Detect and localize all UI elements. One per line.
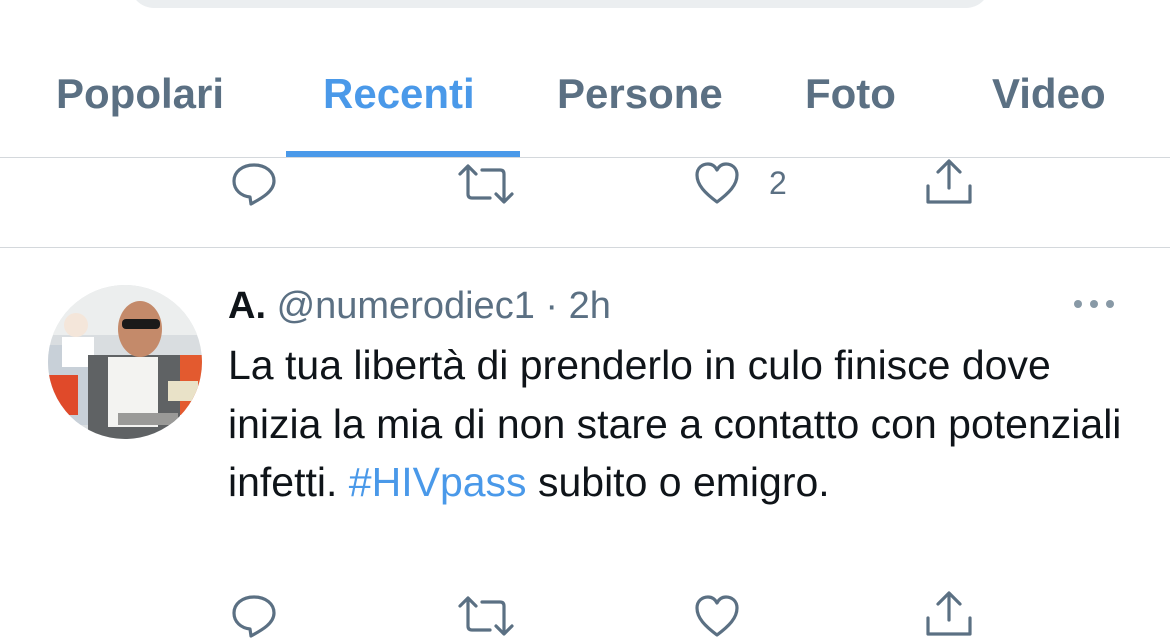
retweet-icon	[458, 164, 514, 204]
avatar-photo	[48, 285, 202, 439]
tweet-header: A. @numerodiec1 · 2h	[228, 280, 611, 332]
tab-video[interactable]: Video	[992, 66, 1106, 122]
like-count: 2	[769, 164, 787, 201]
hashtag-link[interactable]: #HIVpass	[349, 459, 527, 505]
user-handle[interactable]: @numerodiec1	[277, 285, 535, 327]
display-name[interactable]: A.	[228, 285, 266, 327]
more-button[interactable]	[1072, 296, 1116, 317]
share-icon	[926, 591, 972, 636]
share-button[interactable]	[924, 158, 974, 206]
like-button[interactable]	[693, 593, 741, 639]
tweet-time: 2h	[568, 285, 611, 327]
tweet-divider	[0, 247, 1170, 248]
tab-foto[interactable]: Foto	[805, 66, 896, 122]
tweet-text-end: subito o emigro.	[537, 459, 830, 505]
tab-popolari[interactable]: Popolari	[56, 66, 224, 122]
more-icon	[1074, 300, 1114, 308]
reply-button[interactable]	[230, 594, 278, 638]
heart-icon	[695, 595, 739, 637]
like-button[interactable]: 2	[693, 160, 787, 206]
tweet-text: La tua libertà di prenderlo in culo fini…	[228, 336, 1128, 512]
meta-separator: ·	[545, 285, 559, 327]
tab-recenti[interactable]: Recenti	[323, 66, 475, 122]
share-icon	[926, 159, 972, 204]
reply-button[interactable]	[230, 162, 278, 206]
share-button[interactable]	[924, 590, 974, 638]
retweet-button[interactable]	[456, 594, 516, 638]
tabs-divider	[0, 157, 1170, 158]
avatar[interactable]	[48, 285, 202, 439]
reply-icon	[232, 595, 276, 638]
retweet-icon	[458, 596, 514, 636]
search-tabs: Popolari Recenti Persone Foto Video	[0, 0, 1170, 158]
retweet-button[interactable]	[456, 162, 516, 206]
tab-persone[interactable]: Persone	[557, 66, 723, 122]
reply-icon	[232, 163, 276, 206]
heart-icon	[695, 162, 739, 204]
